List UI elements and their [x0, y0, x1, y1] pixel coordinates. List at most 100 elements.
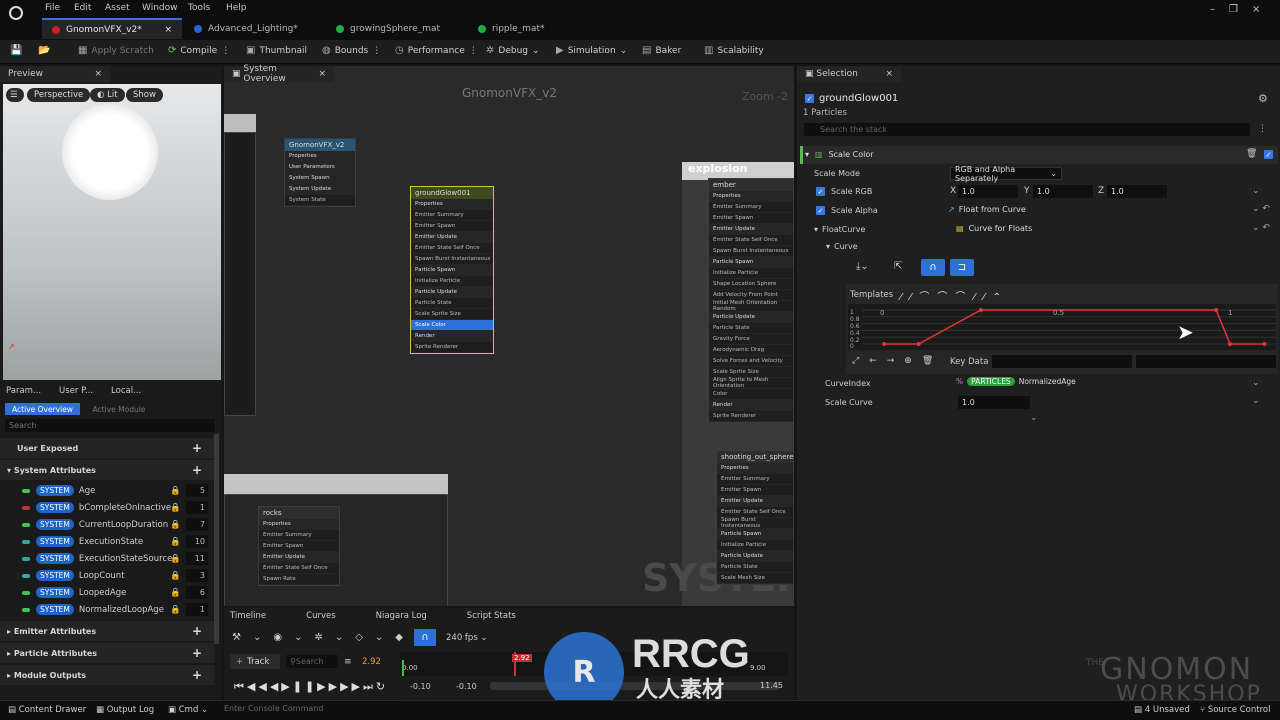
node-module-row[interactable]: Emitter Spawn — [709, 213, 793, 224]
node-module-row[interactable]: Particle Spawn — [411, 265, 493, 276]
add-icon[interactable]: + — [192, 646, 202, 660]
scale-rgb-x-input[interactable]: 1.0 — [958, 185, 1018, 198]
chevron-down-icon[interactable]: ⌄ ↶ — [1252, 204, 1270, 214]
snap-magnet-icon[interactable]: ∩ — [414, 629, 436, 646]
node-module-row[interactable]: Emitter State Self Once — [259, 563, 339, 574]
show-button[interactable]: Show — [126, 88, 163, 102]
params-search-input[interactable]: Search — [5, 419, 215, 432]
particle-attributes-section[interactable]: ▸ Particle Attributes + — [0, 643, 214, 663]
apply-scratch-button[interactable]: ▦ Apply Scratch — [78, 45, 154, 56]
node-module-row[interactable]: Spawn Burst Instantaneous — [709, 246, 793, 257]
system-attributes-section[interactable]: ▾ System Attributes + — [0, 460, 214, 480]
node-module-row[interactable]: Initial Mesh Orientation Random — [709, 300, 793, 312]
unreal-logo-icon[interactable] — [9, 6, 23, 20]
fit-curve-icon[interactable]: ⊐ — [950, 259, 974, 276]
hamburger-icon[interactable]: ☰ — [6, 88, 24, 102]
node-module-row[interactable]: Spawn Rate — [259, 574, 339, 585]
stack-search-input[interactable]: Search the stack — [804, 123, 1250, 136]
close-icon[interactable]: × — [318, 69, 326, 79]
curve-tools[interactable]: ⤢←→⊕🗑 — [852, 356, 943, 366]
close-icon[interactable]: × — [94, 69, 102, 79]
node-module-row[interactable]: Solve Forces and Velocity — [709, 356, 793, 367]
system-attribute-row[interactable]: SYSTEM LoopCount 🔒 — [0, 567, 214, 584]
menu-tools[interactable]: Tools — [188, 3, 210, 13]
node-module-row[interactable]: Spawn Burst Instantaneous — [717, 517, 793, 529]
node-module-row[interactable]: System Update — [285, 184, 355, 195]
node-module-row[interactable]: Initialize Particle — [709, 268, 793, 279]
module-outputs-section[interactable]: ▸ Module Outputs + — [0, 665, 214, 685]
scale-curve-input[interactable]: 1.0 — [958, 396, 1030, 409]
normalized-age-binding[interactable]: % PARTICLES NormalizedAge — [956, 377, 1076, 386]
curve-key-point[interactable] — [978, 308, 983, 312]
unsaved-indicator[interactable]: ▤ 4 Unsaved — [1134, 705, 1190, 715]
rocks-node[interactable]: rocks Properties Emitter Summary Emitter Sp… — [258, 506, 340, 586]
node-title-bar[interactable]: GnomonVFX_v2 — [285, 139, 355, 151]
node-module-row[interactable]: Emitter Spawn — [259, 541, 339, 552]
close-icon[interactable]: × — [164, 25, 172, 35]
node-module-row[interactable]: Emitter Update — [709, 224, 793, 235]
play-range-start[interactable] — [402, 660, 404, 676]
node-module-row[interactable]: Particle State — [709, 323, 793, 334]
active-overview-button[interactable]: Active Overview — [5, 403, 80, 415]
node-module-row[interactable]: Emitter Summary — [709, 202, 793, 213]
system-node[interactable]: GnomonVFX_v2 Properties User Parameters Sys… — [284, 138, 356, 207]
cmd-dropdown[interactable]: ▣ Cmd ⌄ — [168, 705, 208, 715]
scalability-button[interactable]: ▥ Scalability — [704, 45, 764, 56]
timeline-search-input[interactable]: ⚲ Search — [286, 655, 338, 668]
tab-local[interactable]: Local... — [111, 386, 141, 396]
node-module-row[interactable]: Emitter State Self Once — [411, 243, 493, 254]
add-track-button[interactable]: + Track — [230, 654, 280, 669]
node-module-row[interactable]: Emitter Spawn — [411, 221, 493, 232]
node-module-row[interactable]: Properties — [259, 519, 339, 530]
node-title-bar[interactable]: groundGlow001 — [411, 187, 493, 199]
menu-file[interactable]: File — [45, 3, 60, 13]
scrollbar[interactable] — [214, 434, 219, 644]
menu-asset[interactable]: Asset — [105, 3, 130, 13]
node-module-row[interactable]: Properties — [285, 151, 355, 162]
compile-button[interactable]: ⟳ Compile ⋮ — [168, 45, 230, 56]
system-attribute-row[interactable]: SYSTEM Age 🔒 — [0, 482, 214, 499]
node-module-row[interactable]: Emitter Update — [411, 232, 493, 243]
system-attribute-row[interactable]: SYSTEM LoopedAge 🔒 — [0, 584, 214, 601]
node-module-row[interactable]: Shape Location Sphere — [709, 279, 793, 290]
performance-button[interactable]: ◷ Performance ⋮ — [395, 45, 478, 56]
timeline-tool-icons[interactable]: ⚒⌄◉⌄✲⌄◇⌄◆ — [232, 632, 415, 643]
tab-curves[interactable]: Curves — [306, 611, 336, 621]
key-time-input[interactable] — [992, 355, 1132, 368]
node-module-row[interactable]: Particle Update — [709, 312, 793, 323]
curve-for-floats-dropdown[interactable]: ▤ Curve for Floats — [956, 224, 1032, 233]
debug-button[interactable]: ✲ Debug ⌄ — [486, 45, 540, 56]
fps-dropdown[interactable]: 240 fps ⌄ — [446, 633, 488, 643]
node-module-row[interactable]: Render — [709, 400, 793, 411]
timeline-scrollbar[interactable] — [490, 682, 780, 690]
gear-icon[interactable]: ⚙ — [1258, 92, 1268, 105]
curve-key-point[interactable] — [1214, 308, 1219, 312]
node-module-row[interactable]: Scale Sprite Size — [411, 309, 493, 320]
chevron-down-icon[interactable]: ⌄ — [1252, 186, 1260, 196]
node-module-row[interactable]: Sprite Renderer — [411, 342, 493, 353]
chevron-down-icon[interactable]: ⌄ ↶ — [1252, 223, 1270, 233]
node-module-row[interactable]: Particle Update — [717, 551, 793, 562]
node-module-row[interactable]: Align Sprite to Mesh Orientation — [709, 377, 793, 389]
tab-ripple[interactable]: ripple_mat* — [468, 18, 608, 39]
add-icon[interactable]: + — [192, 441, 202, 455]
active-module-button[interactable]: Active Module — [84, 403, 154, 415]
node-module-row[interactable]: Emitter State Self Once — [709, 235, 793, 246]
tab-advanced-lighting[interactable]: Advanced_Lighting* — [184, 18, 324, 39]
close-icon[interactable]: × — [885, 69, 893, 79]
node-module-row[interactable]: Scale Color — [411, 320, 493, 331]
node-title-bar[interactable]: shooting_out_sphere — [717, 451, 794, 463]
add-icon[interactable]: + — [192, 624, 202, 638]
node-module-row[interactable]: Aerodynamic Drag — [709, 345, 793, 356]
system-attribute-row[interactable]: SYSTEM NormalizedLoopAge 🔒 — [0, 601, 214, 618]
source-control-button[interactable]: ⑂ Source Control — [1200, 705, 1270, 715]
browse-icon[interactable]: 📂 — [38, 45, 50, 56]
node-module-row[interactable]: System State — [285, 195, 355, 206]
user-exposed-section[interactable]: User Exposed + — [0, 438, 214, 458]
menu-help[interactable]: Help — [226, 3, 247, 13]
playback-controls[interactable]: ⏮◀◀◀▶❚❚▶▶▶▶⏭↻ — [234, 680, 388, 694]
node-module-row[interactable]: Emitter Summary — [411, 210, 493, 221]
node-module-row[interactable]: Particle Spawn — [717, 529, 793, 540]
node-module-row[interactable]: Initialize Particle — [717, 540, 793, 551]
tab-timeline[interactable]: Timeline — [230, 611, 266, 621]
